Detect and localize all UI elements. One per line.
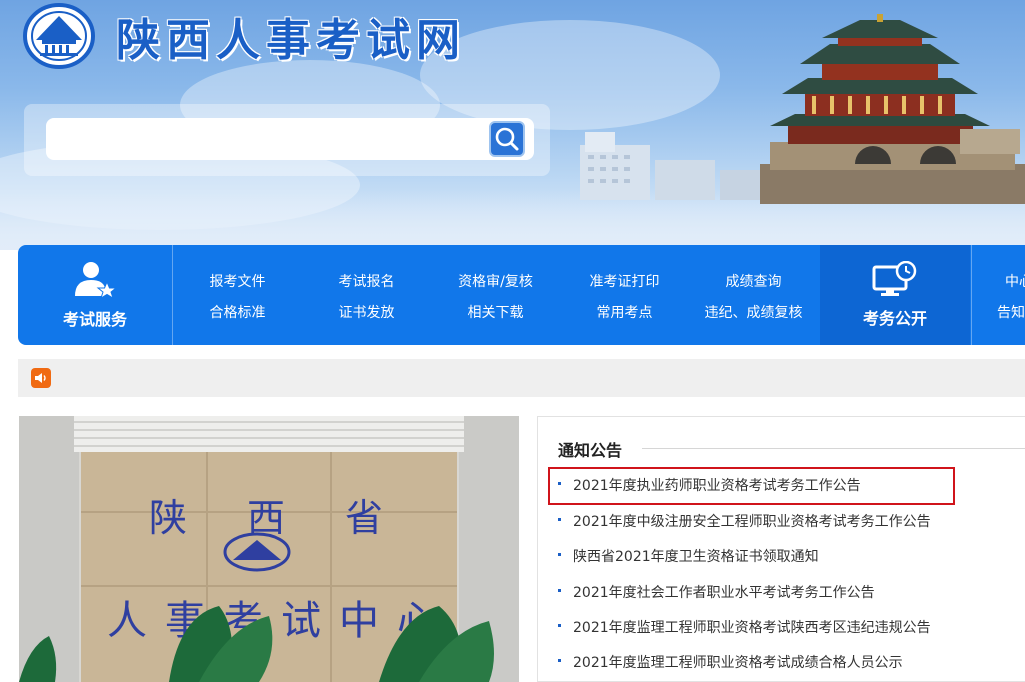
search-button[interactable] xyxy=(489,121,525,157)
nav-link[interactable]: 成绩查询 xyxy=(689,271,818,291)
notice-item-text: 2021年度中级注册安全工程师职业资格考试考务工作公告 xyxy=(573,514,931,530)
nav-link[interactable]: 中心 xyxy=(973,271,1025,291)
nav-link[interactable]: 资格审/复核 xyxy=(431,271,560,291)
highlight-box xyxy=(548,467,955,505)
notice-item-text: 2021年度监理工程师职业资格考试陕西考区违纪违规公告 xyxy=(573,620,931,636)
nav-link[interactable]: 考试报名 xyxy=(302,271,431,291)
notice-item-text: 2021年度监理工程师职业资格考试成绩合格人员公示 xyxy=(573,655,903,671)
monitor-clock-icon xyxy=(872,261,917,296)
notice-panel: 通知公告 2021年度执业药师职业资格考试考务工作公告 2021年度中级注册安全… xyxy=(537,416,1025,682)
notice-item[interactable]: 陕西省2021年度卫生资格证书领取通知 xyxy=(558,546,1018,566)
nav-link-grid: 报考文件 考试报名 资格审/复核 准考证打印 成绩查询 合格标准 证书发放 相关… xyxy=(173,245,818,345)
notice-panel-divider xyxy=(642,448,1025,449)
speaker-icon xyxy=(31,368,51,388)
notice-item[interactable]: 2021年度监理工程师职业资格考试陕西考区违纪违规公告 xyxy=(558,617,1018,637)
header-banner: 陕西人事考试网 xyxy=(0,0,1025,250)
nav-link[interactable]: 违纪、成绩复核 xyxy=(689,302,818,322)
search-box xyxy=(24,104,550,176)
bullet-icon xyxy=(558,623,561,627)
main-nav: 考试服务 报考文件 考试报名 资格审/复核 准考证打印 成绩查询 合格标准 证书… xyxy=(18,245,1025,345)
user-star-icon xyxy=(75,262,117,300)
sign-line-1: 陕西省 xyxy=(149,496,443,540)
nav-link[interactable]: 告知 xyxy=(973,302,1025,322)
nav-link[interactable]: 准考证打印 xyxy=(560,271,689,291)
nav-link[interactable]: 报考文件 xyxy=(173,271,302,291)
nav-exam-service[interactable]: 考试服务 xyxy=(18,245,172,345)
nav-link[interactable]: 相关下载 xyxy=(431,302,560,322)
notice-item[interactable]: 2021年度社会工作者职业水平考试考务工作公告 xyxy=(558,582,1018,602)
notice-item[interactable]: 2021年度监理工程师职业资格考试成绩合格人员公示 xyxy=(558,652,1018,672)
notice-panel-title: 通知公告 xyxy=(558,441,623,460)
nav-right-links: 中心 告知 xyxy=(973,245,1025,345)
notice-item-text: 2021年度社会工作者职业水平考试考务工作公告 xyxy=(573,585,875,601)
nav-link[interactable]: 常用考点 xyxy=(560,302,689,322)
bullet-icon xyxy=(558,552,561,556)
bullet-icon xyxy=(558,588,561,592)
city-buildings-image xyxy=(580,132,780,200)
bullet-icon xyxy=(558,517,561,521)
site-title: 陕西人事考试网 xyxy=(116,15,466,66)
nav-exam-public[interactable]: 考务公开 xyxy=(820,245,970,345)
nav-link[interactable]: 证书发放 xyxy=(302,302,431,322)
nav-exam-service-label: 考试服务 xyxy=(62,310,127,329)
notice-item[interactable]: 2021年度中级注册安全工程师职业资格考试考务工作公告 xyxy=(558,511,1018,531)
search-input[interactable] xyxy=(46,118,534,160)
bullet-icon xyxy=(558,658,561,662)
center-sign-image: 陕西省 人事考试中心 xyxy=(19,416,519,682)
nav-exam-public-label: 考务公开 xyxy=(862,309,927,328)
bell-tower-image xyxy=(760,14,1025,204)
nav-divider xyxy=(971,245,972,345)
notice-item-text: 陕西省2021年度卫生资格证书领取通知 xyxy=(573,549,819,565)
search-icon xyxy=(495,127,519,151)
emblem-icon xyxy=(23,3,95,69)
center-photo: 陕西省 人事考试中心 xyxy=(19,416,519,682)
scrolling-notice-bar xyxy=(18,359,1025,397)
nav-link[interactable]: 合格标准 xyxy=(173,302,302,322)
